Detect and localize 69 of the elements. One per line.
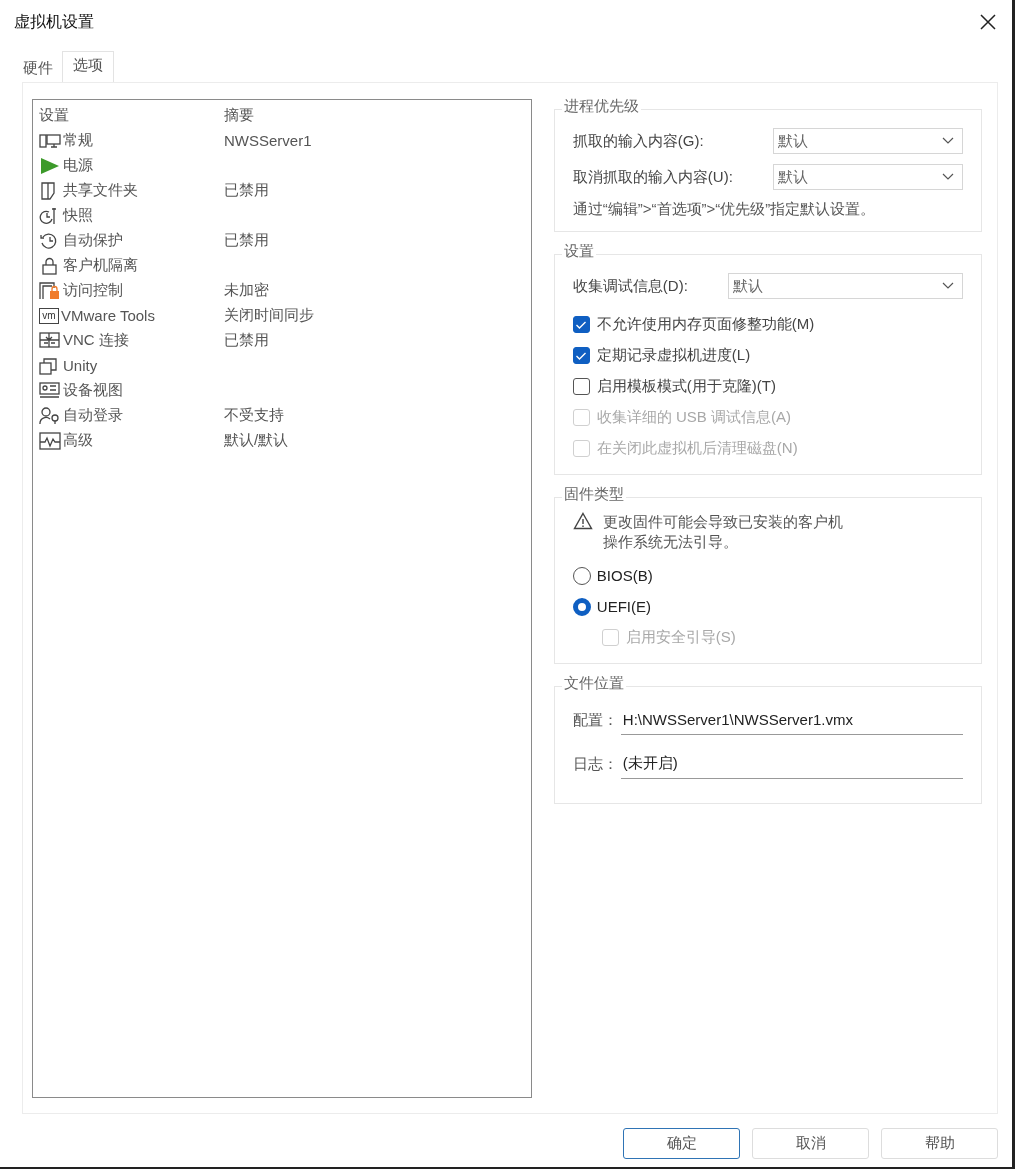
setting-name[interactable]: 电源 bbox=[63, 156, 93, 175]
setting-summary: 未加密 bbox=[224, 281, 270, 300]
tab[interactable]: 选项 bbox=[62, 51, 114, 82]
setting-name[interactable]: 共享文件夹 bbox=[63, 181, 138, 200]
setting-name[interactable]: 客户机隔离 bbox=[63, 256, 138, 275]
network-icon bbox=[39, 331, 61, 350]
setting-summary: NWSServer1 bbox=[224, 132, 313, 149]
dialog-button[interactable]: 取消 bbox=[752, 1128, 869, 1159]
field-label: 配置： bbox=[572, 710, 619, 730]
setting-name[interactable]: VMware Tools bbox=[61, 307, 155, 324]
warning-icon bbox=[572, 512, 593, 530]
checkmark-icon bbox=[575, 350, 588, 361]
checkmark-icon bbox=[575, 319, 588, 330]
field-label: 抓取的输入内容(G): bbox=[572, 131, 705, 151]
field-label: 收集调试信息(D): bbox=[572, 276, 689, 296]
chevron-down-icon bbox=[942, 282, 954, 290]
checkbox[interactable] bbox=[572, 378, 590, 395]
checkbox-label[interactable]: 启用模板模式(用于克隆)(T) bbox=[596, 377, 776, 396]
dropdown[interactable]: 默认 bbox=[772, 164, 963, 190]
setting-name[interactable]: Unity bbox=[63, 357, 98, 374]
column-header[interactable]: 摘要 bbox=[224, 106, 531, 125]
setting-summary: 默认/默认 bbox=[224, 431, 290, 450]
device-icon bbox=[39, 381, 61, 400]
setting-summary: 已禁用 bbox=[224, 231, 270, 250]
pulse-icon bbox=[39, 431, 61, 450]
setting-summary: 已禁用 bbox=[224, 331, 270, 350]
play-icon bbox=[39, 156, 61, 175]
window-lock-icon bbox=[39, 281, 61, 300]
setting-name[interactable]: 高级 bbox=[63, 431, 93, 450]
input-field[interactable]: H:\NWSServer1\NWSServer1.vmx bbox=[620, 705, 963, 735]
radio-label[interactable]: BIOS(B) bbox=[596, 567, 653, 584]
window-title: 虚拟机设置 bbox=[14, 11, 94, 32]
radio-button[interactable] bbox=[572, 597, 591, 616]
setting-name[interactable]: 常规 bbox=[63, 131, 93, 150]
setting-name[interactable]: 自动保护 bbox=[63, 231, 123, 250]
radio-button[interactable] bbox=[572, 566, 591, 585]
dialog-button[interactable]: 确定 bbox=[623, 1128, 740, 1159]
dropdown[interactable]: 默认 bbox=[772, 128, 963, 154]
field-label: 取消抓取的输入内容(U): bbox=[572, 167, 734, 187]
user-key-icon bbox=[39, 406, 61, 425]
warning-text: 更改固件可能会导致已安装的客户机操作系统无法引导。 bbox=[602, 512, 844, 552]
dialog-button[interactable]: 帮助 bbox=[881, 1128, 998, 1159]
group-title: 文件位置 bbox=[561, 674, 626, 693]
setting-summary: 关闭时间同步 bbox=[224, 306, 315, 325]
setting-summary: 不受支持 bbox=[224, 406, 285, 425]
vm-logo-icon: vm bbox=[39, 307, 59, 324]
setting-name[interactable]: VNC 连接 bbox=[63, 331, 129, 350]
checkbox[interactable] bbox=[572, 347, 590, 364]
setting-name[interactable]: 快照 bbox=[63, 206, 93, 225]
input-field[interactable]: (未开启) bbox=[620, 749, 963, 779]
checkbox-label[interactable]: 不允许使用内存页面修整功能(M) bbox=[596, 315, 815, 334]
hint-text: 通过“编辑”>“首选项”>“优先级”指定默认设置。 bbox=[572, 200, 877, 219]
dropdown[interactable]: 默认 bbox=[727, 273, 963, 299]
checkbox-label[interactable]: 定期记录虚拟机进度(L) bbox=[596, 346, 751, 365]
chevron-down-icon bbox=[942, 173, 954, 181]
setting-summary: 已禁用 bbox=[224, 181, 270, 200]
chevron-down-icon bbox=[942, 137, 954, 145]
tab[interactable]: 硬件 bbox=[14, 54, 62, 82]
setting-name[interactable]: 自动登录 bbox=[63, 406, 123, 425]
group-title: 固件类型 bbox=[561, 485, 626, 504]
setting-name[interactable]: 访问控制 bbox=[63, 281, 123, 300]
group-title: 进程优先级 bbox=[561, 97, 641, 116]
column-header[interactable]: 设置 bbox=[39, 106, 224, 125]
setting-name[interactable]: 设备视图 bbox=[63, 381, 123, 400]
field-label: 日志： bbox=[572, 754, 619, 774]
radio-label[interactable]: UEFI(E) bbox=[596, 598, 652, 615]
checkbox[interactable] bbox=[572, 316, 590, 333]
monitor-icon bbox=[39, 131, 61, 150]
group-title: 设置 bbox=[561, 242, 596, 261]
